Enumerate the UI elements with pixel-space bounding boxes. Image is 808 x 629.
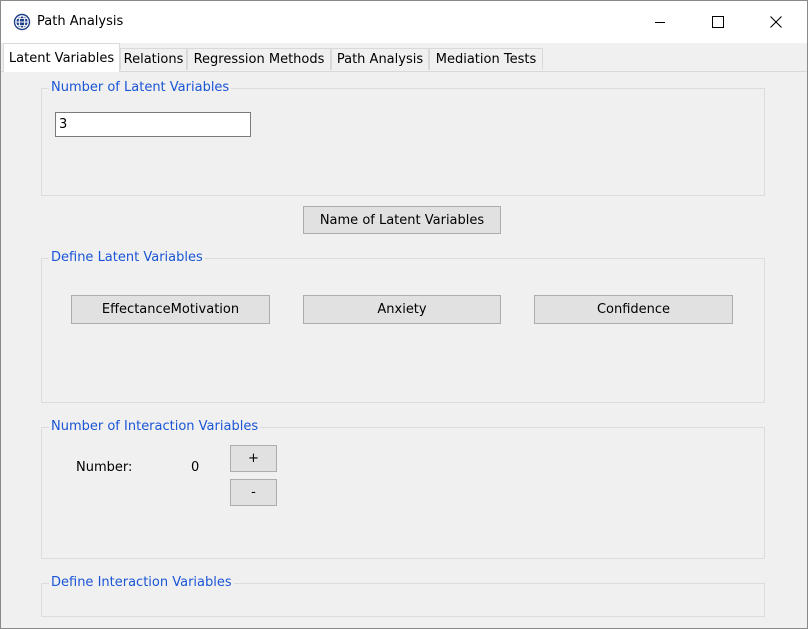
minimize-button[interactable] [631, 1, 689, 43]
maximize-button[interactable] [689, 1, 747, 43]
button-label: EffectanceMotivation [101, 302, 240, 317]
button-label: Anxiety [377, 302, 427, 317]
tab-mediation-tests[interactable]: Mediation Tests [429, 48, 543, 70]
increment-button[interactable]: + [230, 445, 277, 472]
group-number-of-latent-variables [41, 88, 765, 196]
tab-label: Path Analysis [336, 52, 424, 67]
latent-count-input[interactable] [55, 112, 251, 137]
group-define-latent-variables [41, 258, 765, 403]
button-label: Confidence [596, 302, 671, 317]
tab-relations[interactable]: Relations [120, 48, 187, 70]
interaction-number-value: 0 [191, 460, 200, 475]
maximize-icon [712, 16, 724, 28]
globe-app-icon [13, 13, 31, 31]
tab-latent-variables[interactable]: Latent Variables [3, 43, 120, 72]
group-title-define-latent-variables: Define Latent Variables [49, 250, 205, 265]
latent-variable-button-confidence[interactable]: Confidence [534, 295, 733, 324]
tab-label: Latent Variables [8, 50, 115, 66]
tab-path-analysis[interactable]: Path Analysis [331, 48, 429, 70]
group-title-define-interaction-variables: Define Interaction Variables [49, 575, 234, 590]
name-latent-variables-button[interactable]: Name of Latent Variables [303, 206, 501, 234]
tab-divider [1, 71, 807, 72]
close-button[interactable] [747, 1, 805, 43]
app-window: Path Analysis Latent Variables Relations… [0, 0, 808, 629]
latent-variable-button-effectancemotivation[interactable]: EffectanceMotivation [71, 295, 270, 324]
close-icon [770, 16, 782, 28]
tab-label: Mediation Tests [435, 52, 537, 67]
group-title-number-of-interaction-variables: Number of Interaction Variables [49, 419, 261, 434]
tab-label: Relations [123, 52, 184, 67]
button-label: - [251, 485, 256, 500]
button-label: Name of Latent Variables [319, 212, 485, 228]
group-title-number-of-latent-variables: Number of Latent Variables [49, 80, 232, 95]
minimize-icon [655, 22, 665, 23]
group-number-of-interaction-variables [41, 427, 765, 559]
interaction-number-label: Number: [76, 460, 133, 475]
button-label: + [248, 451, 259, 466]
tab-label: Regression Methods [193, 52, 325, 67]
window-title: Path Analysis [37, 14, 124, 29]
tab-regression-methods[interactable]: Regression Methods [187, 48, 331, 70]
title-bar[interactable]: Path Analysis [1, 1, 807, 43]
decrement-button[interactable]: - [230, 479, 277, 506]
latent-variable-button-anxiety[interactable]: Anxiety [303, 295, 501, 324]
